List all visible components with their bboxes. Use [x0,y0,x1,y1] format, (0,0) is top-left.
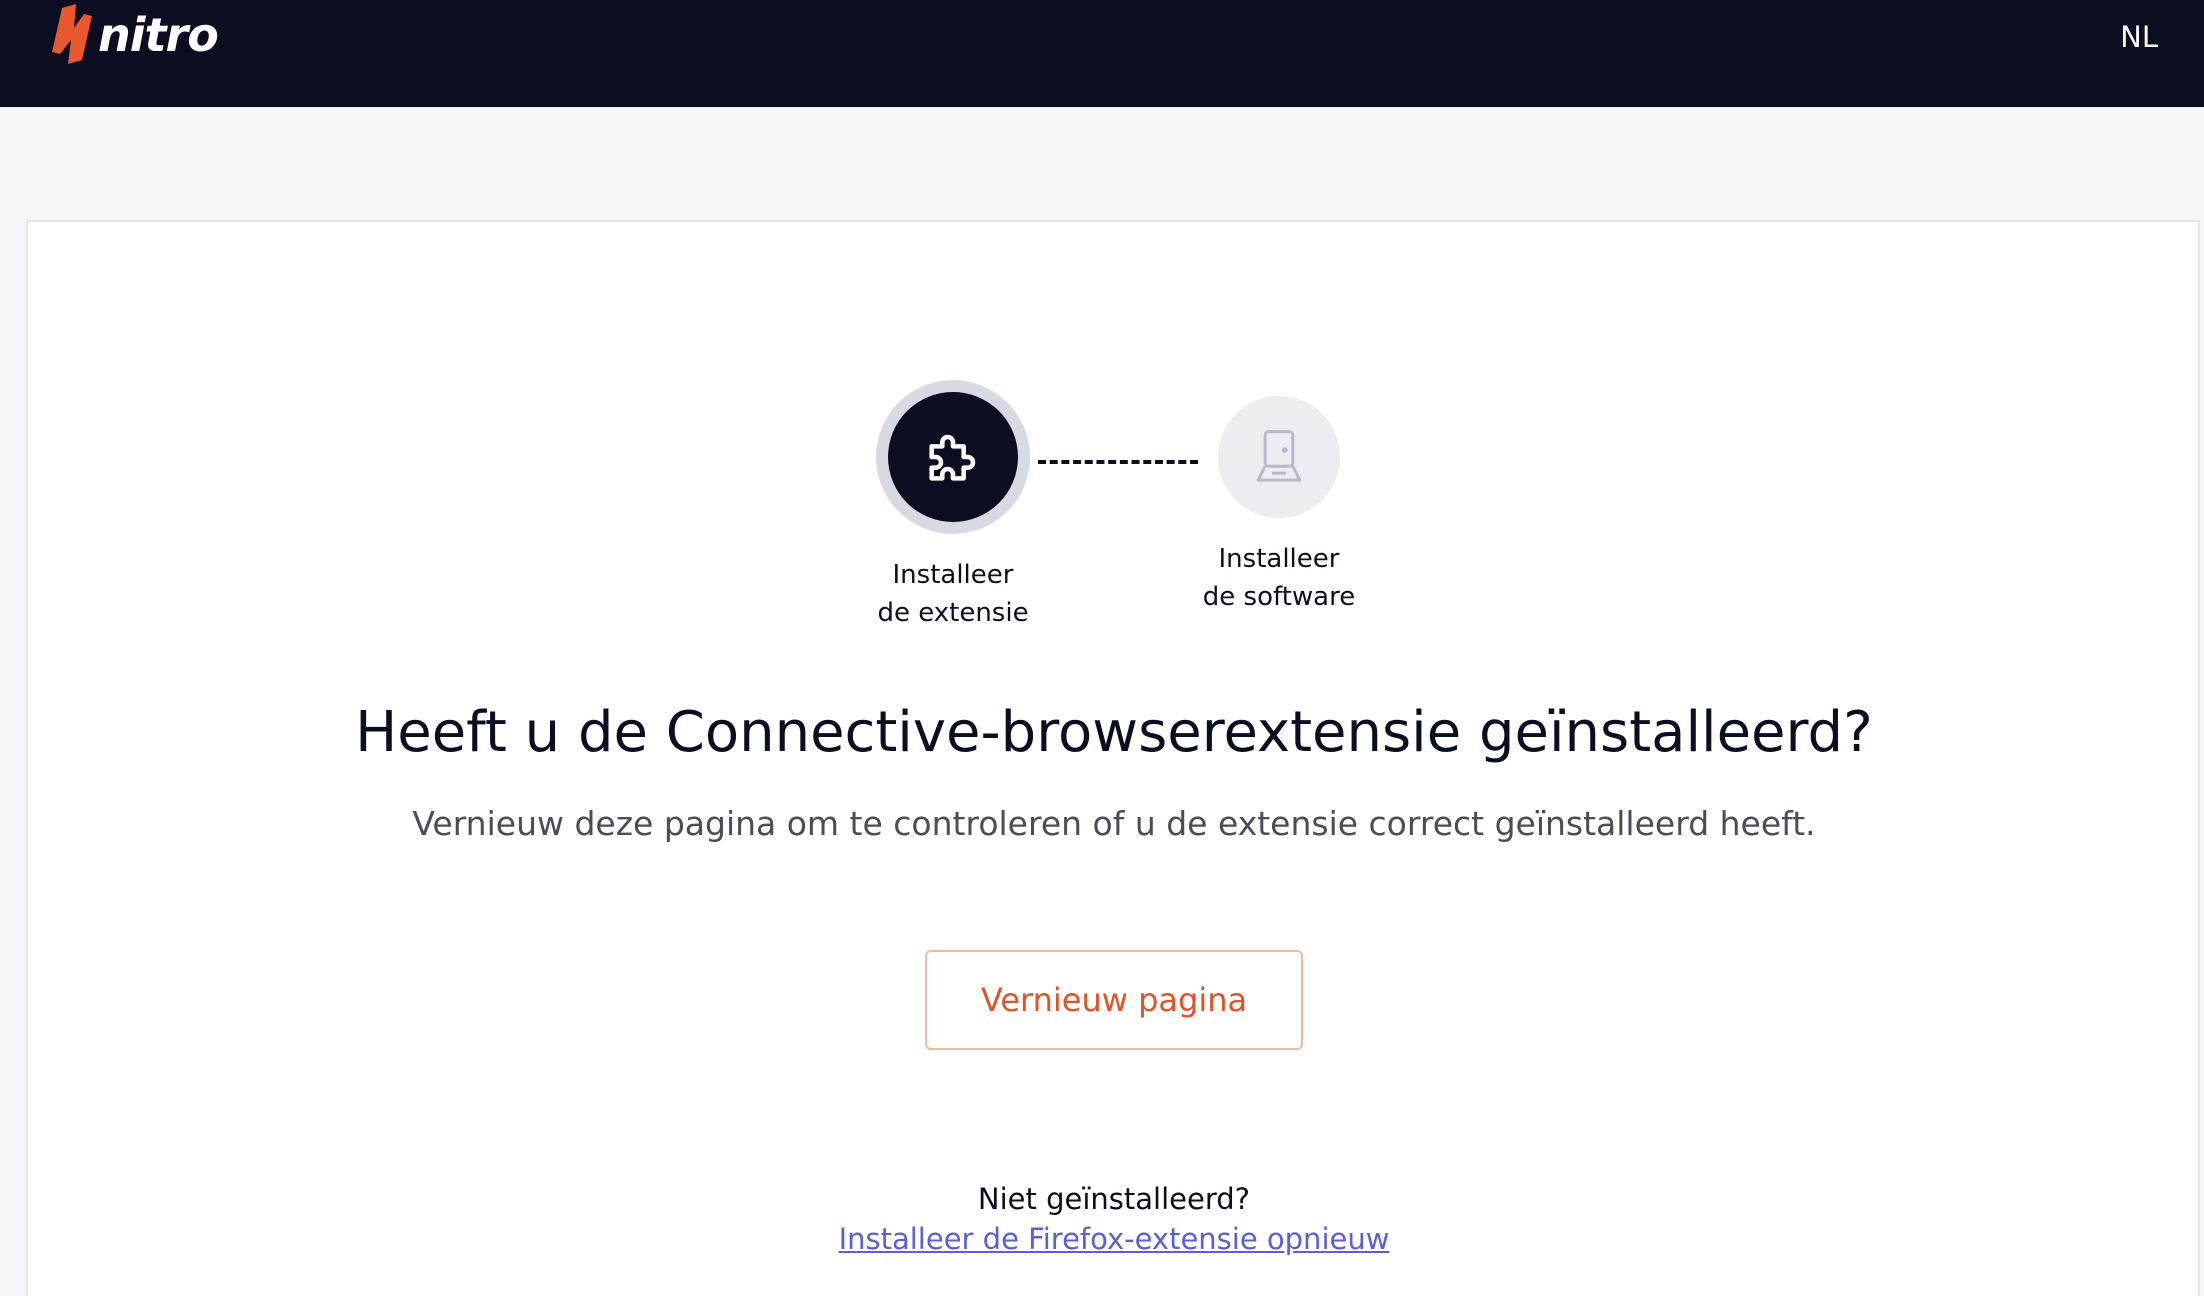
step-label-line: de extensie [877,598,1029,628]
step-install-extension [876,380,1030,534]
step-label-software: Installeer de software [1174,540,1384,616]
step-label-line: Installeer [892,560,1014,590]
computer-icon [1256,430,1302,482]
top-navigation-bar: nitro NL [0,0,2204,107]
step-connector [1038,460,1198,464]
step-install-software [1218,396,1340,518]
refresh-page-button[interactable]: Vernieuw pagina [925,950,1303,1050]
page-subtitle: Vernieuw deze pagina om te controleren o… [412,804,1816,843]
page-title: Heeft u de Connective-browserextensie ge… [355,700,1873,765]
step-label-line: Installeer [1218,544,1340,574]
not-installed-text: Niet geïnstalleerd? [977,1182,1251,1216]
language-selector[interactable]: NL [2120,20,2158,54]
step-label-line: de software [1202,582,1356,612]
reinstall-extension-link[interactable]: Installeer de Firefox-extensie opnieuw [839,1222,1390,1256]
reinstall-extension-link-wrapper: Installeer de Firefox-extensie opnieuw [0,1222,2204,1256]
step-label-extension: Installeer de extensie [853,556,1053,632]
step-active-circle [888,392,1018,522]
logo-text: nitro [98,8,219,62]
nitro-logo-icon [52,4,92,64]
puzzle-icon [929,434,976,481]
nitro-logo[interactable]: nitro [48,0,219,70]
